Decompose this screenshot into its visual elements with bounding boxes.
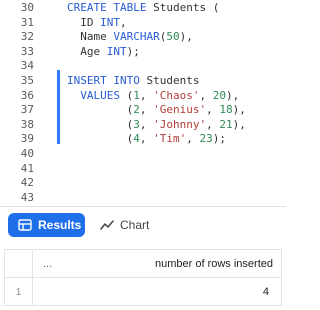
code-token: INT — [100, 16, 120, 29]
code-token: 23 — [199, 132, 213, 145]
line-number: 40 — [20, 147, 34, 160]
results-grid: ... number of rows inserted 1 4 — [4, 249, 282, 306]
code-token: VARCHAR — [113, 30, 160, 43]
code-token: , — [139, 118, 154, 131]
code-token: , — [199, 89, 213, 102]
code-line[interactable]: (4, 'Tim', 23); — [67, 132, 226, 146]
line-number-gutter: 30 31 32 33 34 35 36 37 38 39 40 41 42 43 — [0, 0, 44, 206]
code-token: 50 — [166, 30, 180, 43]
code-token: ID — [67, 16, 101, 29]
code-token: INSERT INTO — [67, 74, 147, 87]
code-line[interactable]: INSERT INTO Students — [67, 74, 199, 88]
line-number: 32 — [20, 30, 34, 43]
code-token: , — [139, 89, 154, 102]
row-index-header — [5, 250, 33, 278]
code-token: 4 — [133, 132, 140, 145]
line-number: 37 — [20, 103, 34, 116]
code-token: 3 — [133, 118, 140, 131]
line-number: 34 — [20, 59, 34, 72]
line-number: 36 — [20, 89, 34, 102]
code-token: Students — [146, 74, 200, 87]
code-token: ); — [126, 45, 140, 58]
code-token: Students ( — [153, 1, 220, 14]
code-token: , — [206, 103, 220, 116]
code-token: 21 — [219, 118, 233, 131]
code-token: VALUES — [67, 89, 127, 102]
code-token: , — [120, 16, 127, 29]
cell-rows-inserted[interactable]: 4 — [263, 278, 269, 306]
code-token: , — [206, 118, 220, 131]
code-token: 'Tim' — [153, 132, 187, 145]
line-number: 30 — [20, 1, 34, 14]
results-table-icon — [18, 218, 32, 232]
tab-chart[interactable]: Chart — [100, 213, 149, 237]
code-token: 1 — [133, 89, 140, 102]
code-token: ( — [67, 103, 134, 116]
row-index: 1 — [5, 278, 33, 306]
column-menu-dots[interactable]: ... — [43, 250, 52, 278]
code-token: , — [139, 132, 154, 145]
code-line[interactable]: CREATE TABLE Students ( — [67, 1, 219, 15]
code-token: Age — [67, 45, 107, 58]
code-token: 'Chaos' — [153, 89, 200, 102]
code-token: ); — [212, 132, 226, 145]
code-token: 18 — [219, 103, 233, 116]
code-token: , — [139, 103, 154, 116]
sql-editor[interactable]: 30 31 32 33 34 35 36 37 38 39 40 41 42 43 CREATE TABL… — [0, 0, 286, 206]
code-line[interactable]: VALUES (1, 'Chaos', 20), — [67, 89, 239, 103]
code-line[interactable]: (3, 'Johnny', 21), — [67, 118, 246, 132]
result-tabs: Results Chart — [0, 206, 286, 247]
code-line[interactable]: Name VARCHAR(50), — [67, 30, 193, 44]
line-number: 38 — [20, 118, 34, 131]
code-token: Name — [67, 30, 114, 43]
tab-results[interactable]: Results — [8, 213, 85, 237]
code-token: ( — [67, 118, 134, 131]
code-token: ), — [225, 89, 240, 102]
tab-chart-label: Chart — [120, 218, 150, 232]
line-number: 35 — [20, 74, 34, 87]
code-token: INT — [106, 45, 127, 58]
chart-line-icon — [100, 218, 114, 232]
code-token: 20 — [212, 89, 226, 102]
code-token: 'Johnny' — [153, 118, 207, 131]
line-number: 31 — [20, 16, 34, 29]
code-token: , — [186, 132, 200, 145]
code-token: ( — [67, 132, 134, 145]
column-header-rows-inserted[interactable]: number of rows inserted — [155, 250, 273, 278]
code-line[interactable]: ID INT, — [67, 16, 127, 30]
code-line[interactable]: (2, 'Genius', 18), — [67, 103, 246, 117]
code-token: ), — [232, 103, 246, 116]
line-number: 42 — [20, 176, 34, 189]
code-line[interactable]: Age INT); — [67, 45, 140, 59]
tab-results-label: Results — [38, 218, 82, 232]
code-token: 'Genius' — [153, 103, 207, 116]
results-header-row: ... number of rows inserted — [5, 250, 281, 278]
line-number: 43 — [20, 191, 34, 204]
table-row[interactable]: 1 4 — [5, 278, 281, 306]
code-token: ), — [179, 30, 193, 43]
code-token: ), — [232, 118, 246, 131]
line-number: 33 — [20, 45, 34, 58]
code-token: 2 — [133, 103, 140, 116]
line-number: 39 — [20, 132, 34, 145]
active-statement-indicator — [57, 70, 60, 144]
line-number: 41 — [20, 162, 34, 175]
code-token: CREATE TABLE — [67, 1, 154, 14]
